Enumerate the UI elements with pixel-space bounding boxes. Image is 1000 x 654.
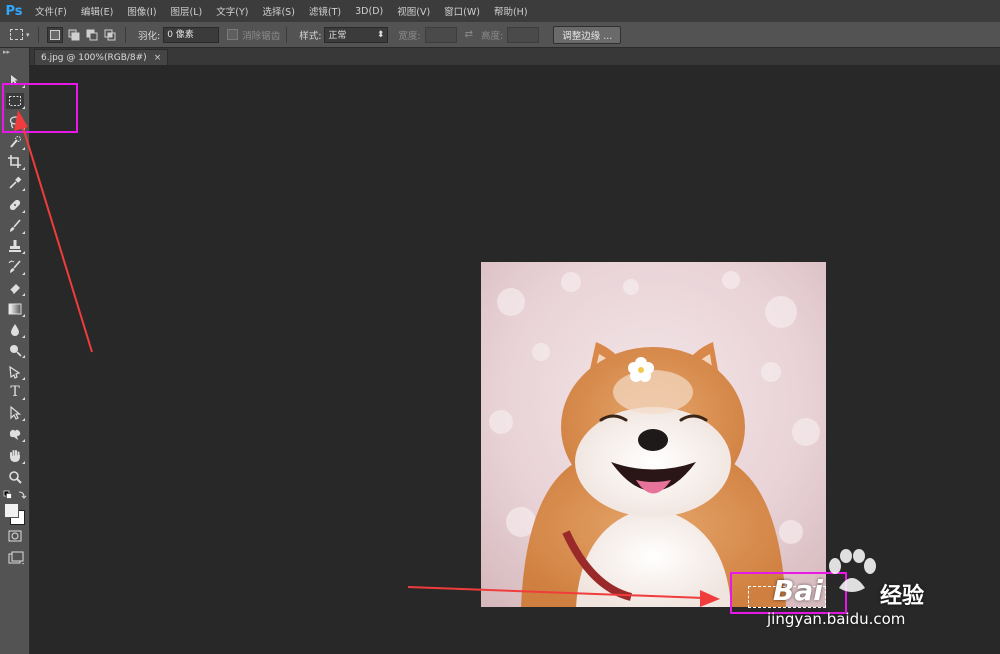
paw-icon [829, 549, 876, 592]
watermark-url: jingyan.baidu.com [767, 610, 906, 628]
baidu-watermark: Bai 经验 jingyan.baidu.com [755, 548, 1000, 638]
watermark-brand: Bai [773, 574, 823, 607]
watermark-brand-suffix: 经验 [880, 584, 925, 609]
